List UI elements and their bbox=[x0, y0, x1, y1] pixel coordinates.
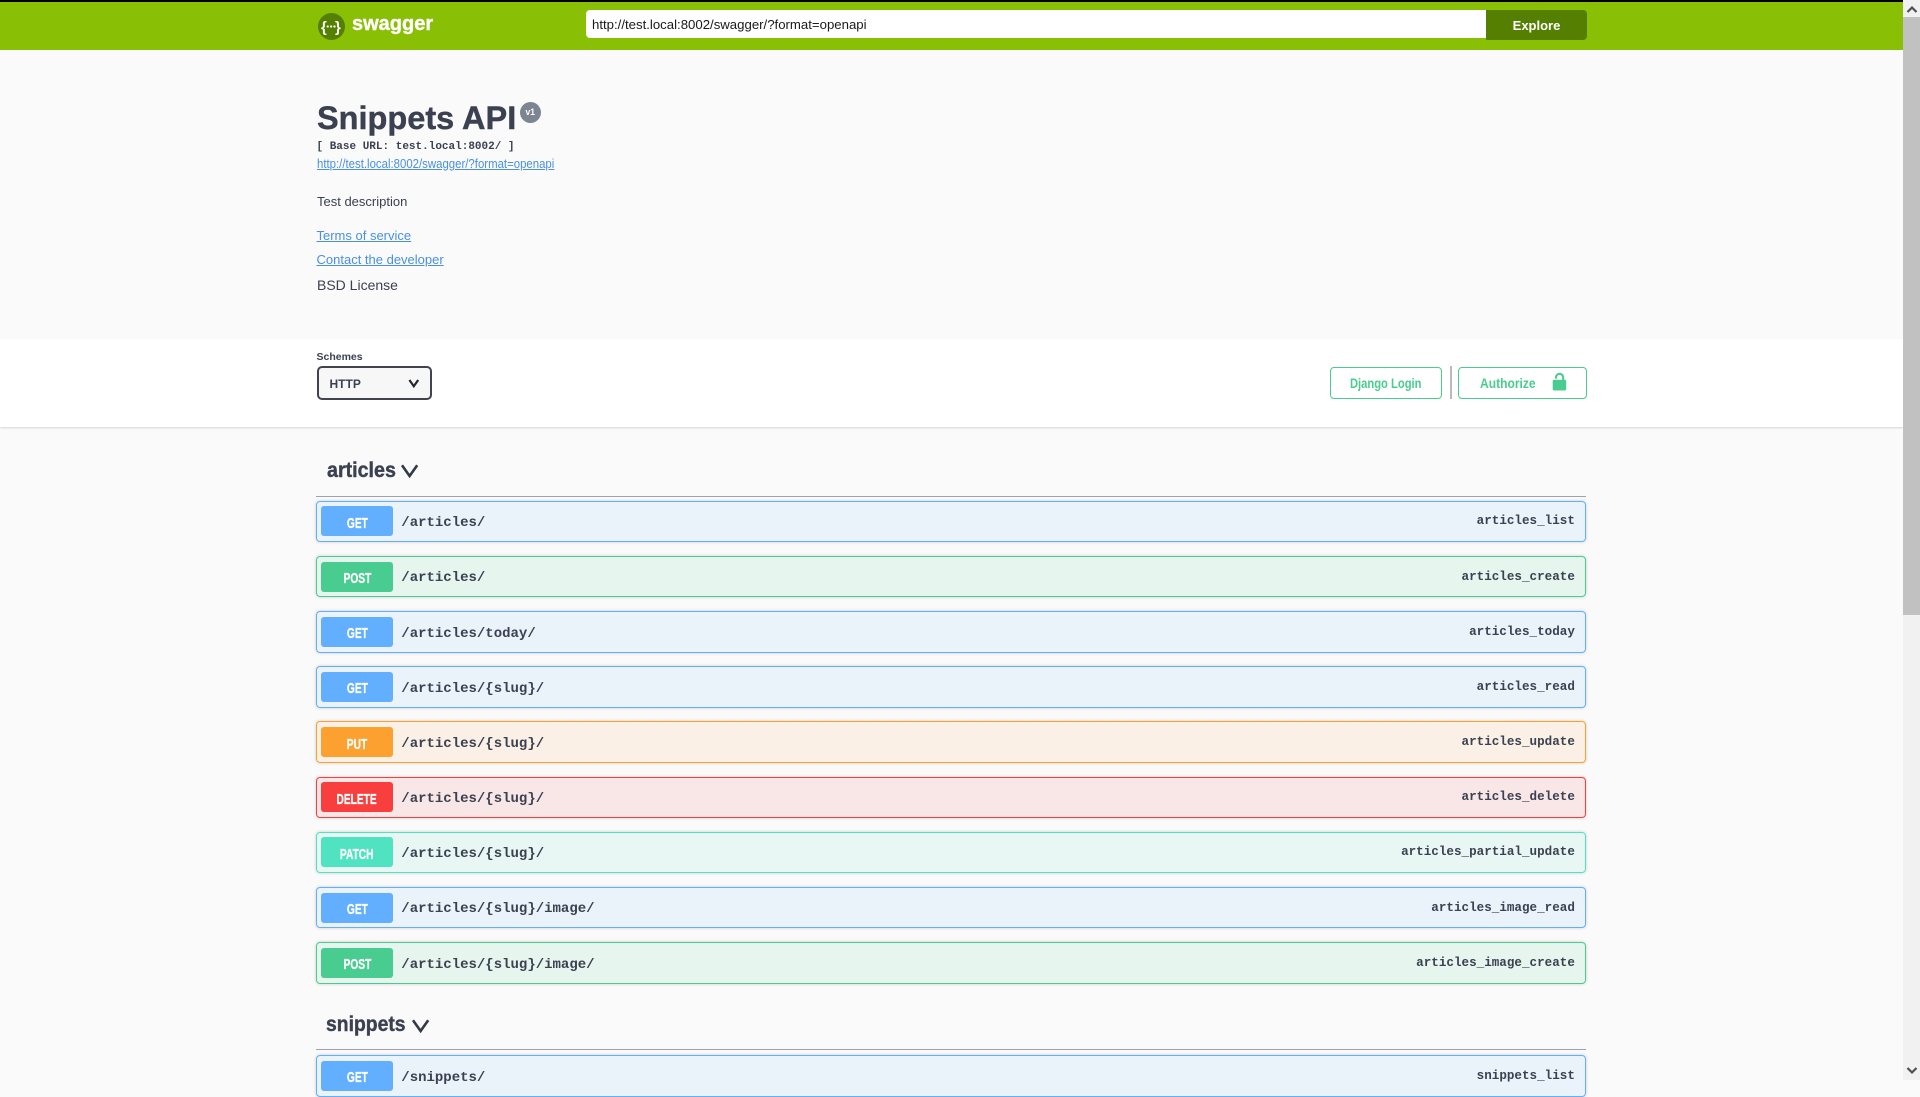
svg-text:{: { bbox=[321, 19, 327, 36]
svg-text:}: } bbox=[335, 19, 341, 36]
